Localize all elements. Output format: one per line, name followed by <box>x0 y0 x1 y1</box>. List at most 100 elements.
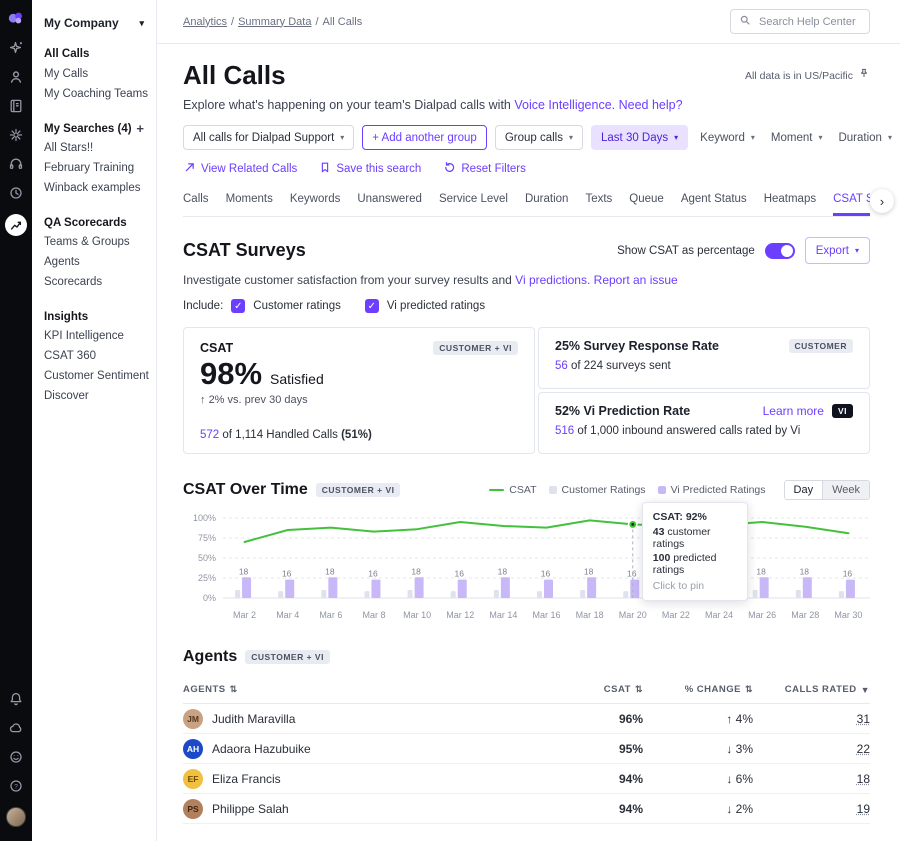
customer-ratings-bar[interactable] <box>364 591 369 598</box>
tab-service-level[interactable]: Service Level <box>439 193 508 216</box>
save-search-link[interactable]: Save this search <box>319 161 421 177</box>
customer-ratings-bar[interactable] <box>753 590 758 598</box>
tab-duration[interactable]: Duration <box>525 193 568 216</box>
vi-predicted-bar[interactable] <box>501 577 510 598</box>
day-button[interactable]: Day <box>785 481 823 499</box>
add-group-button[interactable]: + Add another group <box>362 125 487 150</box>
sidebar-item-all-stars[interactable]: All Stars!! <box>44 138 144 158</box>
legend-csat[interactable]: CSAT <box>489 484 536 496</box>
agent-name-cell[interactable]: AH Adaora Hazubuike <box>183 739 553 759</box>
chart-tooltip[interactable]: CSAT: 92% 43 customer ratings 100 predic… <box>642 502 748 601</box>
sidebar-item-my-coaching-teams[interactable]: My Coaching Teams <box>44 84 144 104</box>
sidebar-item-all-calls[interactable]: All Calls <box>44 44 144 64</box>
vi-predicted-bar[interactable] <box>587 577 596 598</box>
add-search-button[interactable]: + <box>136 124 144 134</box>
tab-keywords[interactable]: Keywords <box>290 193 341 216</box>
col-agents[interactable]: AGENTS⇅ <box>183 684 553 695</box>
csat-over-time-chart[interactable]: 0%25%50%75%100%18Mar 216Mar 418Mar 616Ma… <box>183 512 870 624</box>
date-range-pill[interactable]: Last 30 Days▾ <box>591 125 688 150</box>
tab-calls[interactable]: Calls <box>183 193 209 216</box>
legend-customer-ratings[interactable]: Customer Ratings <box>549 484 646 496</box>
support-headset-icon[interactable] <box>8 156 24 172</box>
sidebar-item-teams-groups[interactable]: Teams & Groups <box>44 232 144 252</box>
customer-ratings-bar[interactable] <box>278 591 283 598</box>
ai-sparkle-icon[interactable] <box>8 40 24 56</box>
settings-gear-icon[interactable] <box>8 127 24 143</box>
company-selector[interactable]: My Company ▾ <box>32 0 156 42</box>
directory-icon[interactable] <box>8 98 24 114</box>
duration-pill[interactable]: Duration▾ <box>834 125 895 150</box>
vi-predicted-bar[interactable] <box>242 577 251 598</box>
surveys-sent-link[interactable]: 56 <box>555 360 568 372</box>
contacts-icon[interactable] <box>8 69 24 85</box>
customer-ratings-bar[interactable] <box>494 590 499 598</box>
tab-unanswered[interactable]: Unanswered <box>357 193 422 216</box>
vi-predicted-bar[interactable] <box>760 577 769 598</box>
vi-predicted-bar[interactable] <box>371 580 380 598</box>
agent-calls-link[interactable]: 31 <box>857 712 870 726</box>
sidebar-item-winback-examples[interactable]: Winback examples <box>44 178 144 198</box>
user-avatar[interactable] <box>6 807 26 827</box>
tab-agent-status[interactable]: Agent Status <box>681 193 747 216</box>
learn-more-link[interactable]: Learn more <box>763 404 824 418</box>
csat-line[interactable] <box>245 520 849 542</box>
ai-cloud-icon[interactable] <box>8 720 24 736</box>
search-input[interactable] <box>757 15 861 29</box>
reset-filters-link[interactable]: Reset Filters <box>443 161 526 177</box>
vi-predicted-bar[interactable] <box>803 577 812 598</box>
breadcrumb-summary-data[interactable]: Summary Data <box>238 16 311 28</box>
vi-rated-link[interactable]: 516 <box>555 425 574 437</box>
tab-texts[interactable]: Texts <box>585 193 612 216</box>
vi-predicted-bar[interactable] <box>328 577 337 598</box>
help-search[interactable] <box>730 9 870 34</box>
tab-queue[interactable]: Queue <box>629 193 664 216</box>
vi-predicted-bar[interactable] <box>285 580 294 598</box>
view-related-calls-link[interactable]: View Related Calls <box>183 161 297 177</box>
tab-csat-surveys[interactable]: CSAT Surveys <box>833 193 870 216</box>
pin-icon[interactable] <box>858 68 870 83</box>
vi-predicted-bar[interactable] <box>458 580 467 598</box>
col-change[interactable]: % CHANGE⇅ <box>643 684 753 695</box>
customer-ratings-bar[interactable] <box>321 590 326 598</box>
agent-calls-link[interactable]: 19 <box>857 802 870 816</box>
agent-calls-link[interactable]: 18 <box>857 772 870 786</box>
breadcrumb-analytics[interactable]: Analytics <box>183 16 227 28</box>
sidebar-item-kpi-intelligence[interactable]: KPI Intelligence <box>44 326 144 346</box>
tab-heatmaps[interactable]: Heatmaps <box>764 193 816 216</box>
sidebar-item-my-calls[interactable]: My Calls <box>44 64 144 84</box>
customer-ratings-bar[interactable] <box>623 591 628 598</box>
customer-ratings-bar[interactable] <box>580 590 585 598</box>
tabs-scroll-right-button[interactable]: › <box>870 189 894 213</box>
keyword-pill[interactable]: Keyword▾ <box>696 125 759 150</box>
emoji-icon[interactable] <box>8 749 24 765</box>
group-filter-pill[interactable]: All calls for Dialpad Support▾ <box>183 125 354 150</box>
sidebar-item-customer-sentiment[interactable]: Customer Sentiment <box>44 366 144 386</box>
sidebar-item-agents[interactable]: Agents <box>44 252 144 272</box>
agent-name-cell[interactable]: EF Eliza Francis <box>183 769 553 789</box>
vi-predicted-bar[interactable] <box>415 577 424 598</box>
customer-ratings-bar[interactable] <box>235 590 240 598</box>
moment-pill[interactable]: Moment▾ <box>767 125 827 150</box>
legend-vi-predicted[interactable]: Vi Predicted Ratings <box>658 484 766 496</box>
vi-predicted-bar[interactable] <box>630 580 639 598</box>
customer-ratings-bar[interactable] <box>839 591 844 598</box>
report-issue-link[interactable]: Report an issue <box>594 273 678 287</box>
vi-predictions-link[interactable]: Vi predictions. <box>515 273 590 287</box>
group-calls-pill[interactable]: Group calls▾ <box>495 125 583 150</box>
sidebar-item-scorecards[interactable]: Scorecards <box>44 272 144 292</box>
col-calls-rated[interactable]: CALLS RATED▼ <box>753 684 870 695</box>
agent-name-cell[interactable]: PS Philippe Salah <box>183 799 553 819</box>
agent-calls-link[interactable]: 22 <box>857 742 870 756</box>
customer-ratings-bar[interactable] <box>537 591 542 598</box>
need-help-link[interactable]: Need help? <box>619 98 683 112</box>
tab-moments[interactable]: Moments <box>226 193 273 216</box>
customer-ratings-bar[interactable] <box>451 591 456 598</box>
export-button[interactable]: Export ▾ <box>805 237 870 264</box>
vi-predicted-bar[interactable] <box>544 580 553 598</box>
customer-ratings-checkbox[interactable]: ✓ <box>231 299 245 313</box>
dialpad-logo-icon[interactable] <box>7 10 25 26</box>
vi-predicted-bar[interactable] <box>846 580 855 598</box>
sidebar-item-discover[interactable]: Discover <box>44 386 144 406</box>
csat-percentage-toggle[interactable] <box>765 243 795 259</box>
customer-ratings-bar[interactable] <box>796 590 801 598</box>
